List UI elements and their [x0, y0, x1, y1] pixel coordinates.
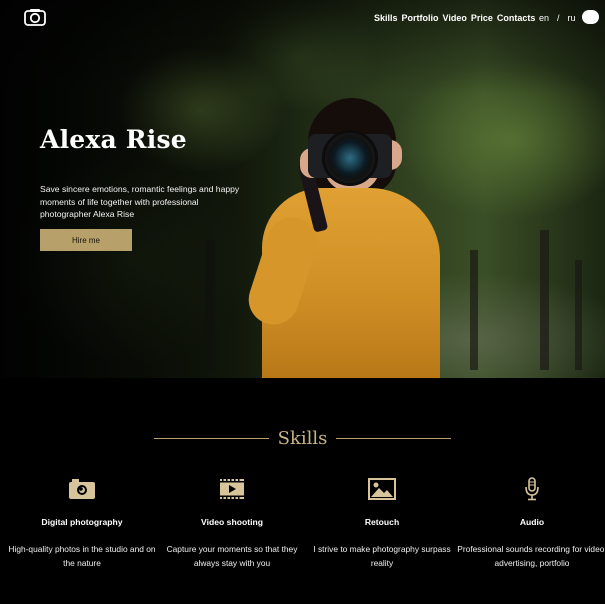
skills-heading: Skills [0, 428, 605, 449]
nav-item-price[interactable]: Price [471, 13, 493, 23]
lang-ru[interactable]: ru [568, 13, 576, 23]
camera-icon [7, 476, 157, 502]
skill-text: Professional sounds recording for video,… [457, 544, 605, 568]
theme-toggle[interactable] [582, 10, 599, 24]
skill-name: Retouch [364, 517, 400, 527]
divider-line [153, 438, 269, 439]
skill-card-video: Video shooting Capture your moments so t… [157, 476, 307, 570]
image-icon [307, 476, 457, 502]
skill-name: Digital photography [41, 517, 123, 527]
main-nav: Skills Portfolio Video Price Contacts [374, 13, 539, 23]
skill-card-photography: Digital photography High-quality photos … [7, 476, 157, 570]
hero-title: Alexa Rise [40, 125, 187, 154]
camera-lens [322, 130, 378, 186]
skill-card-audio: Audio Professional sounds recording for … [457, 476, 605, 570]
skill-text: High-quality photos in the studio and on… [8, 544, 156, 568]
lang-separator: / [557, 13, 560, 23]
nav-item-contacts[interactable]: Contacts [497, 13, 536, 23]
hero-description: Save sincere emotions, romantic feelings… [40, 184, 240, 219]
skill-card-retouch: Retouch I strive to make photography sur… [307, 476, 457, 570]
film-icon [157, 476, 307, 502]
lang-en[interactable]: en [539, 13, 549, 23]
logo-camera-icon[interactable] [24, 8, 46, 26]
language-switcher: en / ru [539, 13, 576, 23]
skill-name: Video shooting [201, 517, 263, 527]
skill-text: Capture your moments so that they always… [166, 544, 298, 568]
skill-text: I strive to make photography surpass rea… [313, 544, 451, 568]
nav-item-portfolio[interactable]: Portfolio [402, 13, 439, 23]
divider-line [336, 438, 452, 439]
skill-name: Audio [519, 517, 545, 527]
nav-item-video[interactable]: Video [443, 13, 467, 23]
hire-me-button[interactable]: Hire me [40, 229, 132, 251]
nav-item-skills[interactable]: Skills [374, 13, 398, 23]
photographer-image [242, 96, 444, 378]
microphone-icon [457, 476, 605, 502]
skills-title: Skills [277, 428, 328, 449]
